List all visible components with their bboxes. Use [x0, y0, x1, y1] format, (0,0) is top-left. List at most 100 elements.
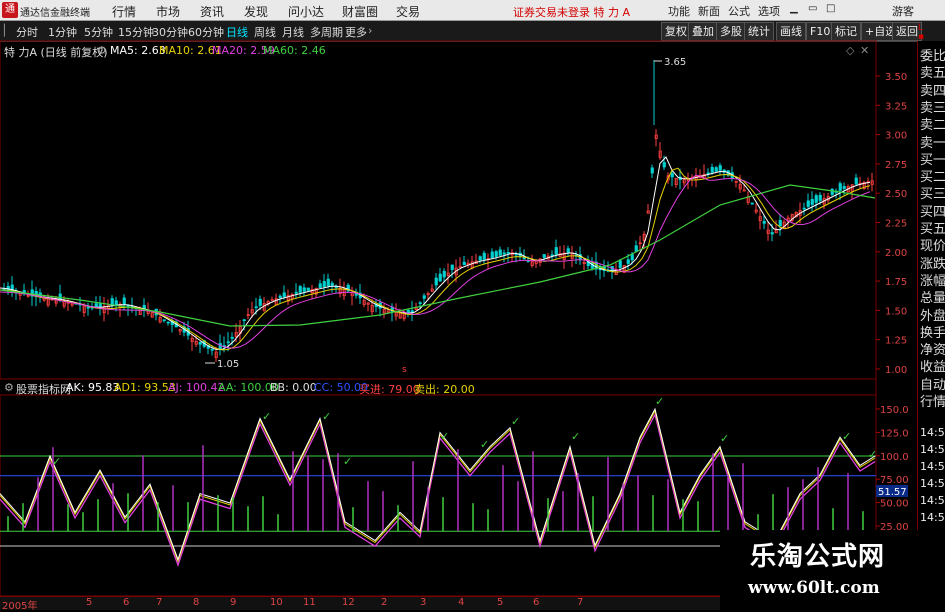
side-panel-item[interactable]: 涨跌 — [920, 253, 945, 272]
side-panel-item[interactable]: 买四 — [920, 201, 945, 220]
candle-body — [670, 173, 674, 178]
side-panel-item[interactable]: 收益 — [920, 356, 945, 375]
buy-arrow-icon: ✓ — [720, 432, 729, 445]
candle-body — [522, 257, 526, 260]
candle-body — [506, 251, 510, 254]
candle-body — [478, 256, 482, 261]
side-panel-item[interactable]: 买一 — [920, 149, 945, 168]
candle-body — [542, 254, 546, 258]
candle-body — [318, 283, 322, 288]
candle-body — [842, 186, 846, 189]
indicator-buy: 买进: 79.00 — [359, 383, 420, 396]
candle-body — [434, 277, 438, 286]
side-panel-item[interactable]: 买三 — [920, 183, 945, 202]
side-panel-item[interactable]: 外盘 — [920, 305, 945, 324]
candle-body — [86, 306, 90, 309]
date-axis-label: 3 — [420, 597, 427, 608]
candle-body — [230, 336, 234, 339]
panel-toggle-icon[interactable]: L ▪ — [918, 24, 924, 42]
candle-body — [258, 298, 262, 306]
side-panel-item[interactable]: 涨幅 — [920, 270, 945, 289]
date-axis-label: 11 — [303, 597, 316, 608]
chart-shrink-icon[interactable]: ◇ — [846, 44, 854, 57]
side-panel-item[interactable]: 卖五 — [920, 62, 945, 81]
side-panel-item[interactable]: 行情 — [920, 391, 945, 410]
candle-body — [630, 254, 634, 261]
side-panel-item[interactable]: 自动 — [920, 374, 945, 393]
candle-body — [462, 261, 466, 266]
candle-body — [282, 292, 286, 297]
ma20-line — [0, 174, 871, 349]
chart-close-icon[interactable]: ✕ — [860, 44, 869, 57]
watermark-url: www.60lt.com — [748, 578, 880, 598]
kline-chart[interactable]: ✓ ✓ ✓ ✓ ✓ ✓ ✓ ✓ ✓ ✓ ✓ ✓ 3.50 3.25 3.00 2.75 2.50 2.25 2.0… — [0, 0, 945, 609]
side-panel-item[interactable]: 总量 — [920, 287, 945, 306]
indicator-tick: 125.0 — [880, 428, 909, 439]
date-axis-label: 2 — [381, 597, 388, 608]
candle-body — [450, 264, 454, 270]
indicator-current-value: 51.57 — [878, 487, 907, 498]
candle-body — [302, 287, 306, 292]
side-panel-item[interactable]: 净资 — [920, 339, 945, 358]
candle-body — [294, 291, 298, 294]
quote-side-panel: 委比 卖五 卖四 卖三 卖二 卖一 买一 买二 买三 买四 买五 现价 涨跌 涨幅 总量 外盘 换手 净资 收益 自动… — [917, 41, 945, 609]
date-axis-label: 12 — [342, 597, 355, 608]
date-axis-label: 5 — [497, 597, 504, 608]
candle-body — [326, 278, 330, 287]
date-axis-label: 8 — [193, 597, 200, 608]
indicator-name[interactable]: 股票指标网 — [16, 381, 71, 397]
candle-body — [838, 183, 842, 191]
candle-body — [618, 260, 622, 268]
date-axis: 2005年 5 6 7 8 9 10 11 12 2 3 4 5 6 7 — [0, 596, 720, 612]
side-panel-item[interactable]: 卖二 — [920, 114, 945, 133]
side-panel-item[interactable]: 卖三 — [920, 97, 945, 116]
buy-arrow-icon: ✓ — [262, 410, 271, 423]
side-panel-item[interactable]: 卖四 — [920, 80, 945, 99]
candle-body — [254, 306, 258, 309]
candle-body — [306, 287, 310, 291]
buy-arrow-icon: ✓ — [842, 430, 851, 443]
date-axis-label: 6 — [123, 597, 130, 608]
side-panel-item[interactable]: 现价 — [920, 235, 945, 254]
candle-body — [226, 341, 230, 344]
price-tick: 1.50 — [885, 306, 907, 317]
side-panel-item[interactable]: 换手 — [920, 322, 945, 341]
candle-body — [198, 341, 202, 345]
candle-body — [482, 252, 486, 260]
date-axis-label: 7 — [156, 597, 163, 608]
tick-time: 14:5 — [920, 443, 945, 456]
candle-body — [634, 245, 638, 252]
side-panel-item[interactable]: 买五 — [920, 218, 945, 237]
buy-arrow-icon: ✓ — [440, 430, 449, 443]
indicator-tick: 50.00 — [880, 499, 909, 510]
low-price-label: 1.05 — [217, 359, 239, 370]
side-panel-item[interactable]: 卖一 — [920, 132, 945, 151]
price-tick: 3.50 — [885, 72, 907, 83]
indicator-bb: BB: 0.00 — [270, 381, 317, 394]
indicator-gear-icon[interactable]: ⚙ — [4, 381, 14, 394]
date-axis-label: 7 — [577, 597, 584, 608]
buy-arrow-icon: ✓ — [52, 455, 61, 468]
date-axis-label: 2005年 — [2, 601, 38, 612]
candle-body — [438, 273, 442, 282]
candle-body — [494, 251, 498, 257]
price-tick: 2.75 — [885, 160, 907, 171]
tick-time: 14:5 — [920, 477, 945, 490]
candle-body — [550, 254, 554, 257]
high-price-label: 3.65 — [664, 57, 686, 68]
settings-gear-icon[interactable]: ⚙ — [97, 44, 107, 57]
date-axis-label: 6 — [533, 597, 540, 608]
buy-arrow-icon: ✓ — [511, 415, 520, 428]
side-panel-item[interactable]: 买二 — [920, 166, 945, 185]
candle-body — [714, 167, 718, 172]
candle-body — [718, 165, 722, 171]
price-tick: 3.00 — [885, 131, 907, 142]
indicator-tick: 75.00 — [880, 475, 909, 486]
candle-body — [210, 348, 214, 351]
candle-body — [814, 195, 818, 203]
candle-body — [122, 297, 126, 306]
side-panel-item[interactable]: 委比 — [920, 45, 945, 64]
price-tick: 2.50 — [885, 189, 907, 200]
candle-body — [490, 251, 494, 259]
candle-body — [322, 281, 326, 287]
